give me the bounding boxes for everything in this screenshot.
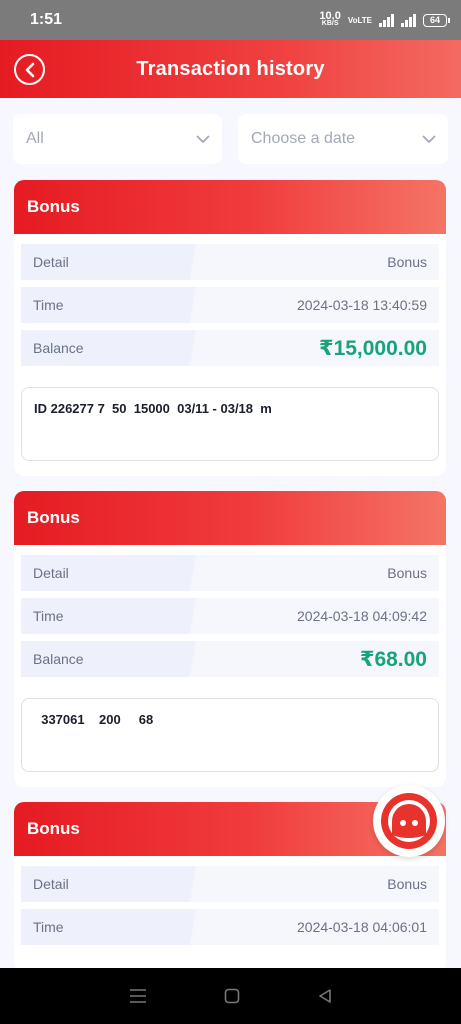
balance-label: Balance bbox=[33, 651, 84, 667]
time-label: Time bbox=[33, 919, 64, 935]
chevron-down-icon bbox=[196, 134, 210, 143]
time-row: Time 2024-03-18 13:40:59 bbox=[21, 287, 439, 323]
status-icons: 10.0 KB/S VoLTE 64 bbox=[319, 10, 450, 28]
time-label: Time bbox=[33, 297, 64, 313]
type-select-value: All bbox=[26, 130, 44, 147]
detail-label: Detail bbox=[33, 254, 69, 270]
signal-icon bbox=[379, 13, 394, 27]
date-select-placeholder: Choose a date bbox=[251, 130, 356, 147]
detail-row: Detail Bonus bbox=[21, 244, 439, 280]
home-icon[interactable] bbox=[224, 988, 240, 1004]
app-header: Transaction history bbox=[0, 40, 461, 98]
time-value: 2024-03-18 13:40:59 bbox=[297, 297, 427, 313]
balance-row: Balance ₹15,000.00 bbox=[21, 330, 439, 366]
balance-label: Balance bbox=[33, 340, 84, 356]
back-button[interactable] bbox=[14, 54, 45, 85]
balance-value: ₹68.00 bbox=[359, 647, 427, 671]
system-nav-bar bbox=[0, 968, 461, 1024]
status-time: 1:51 bbox=[30, 11, 63, 28]
transaction-card: Bonus Detail Bonus Time 2024-03-18 13:40… bbox=[14, 180, 446, 476]
transaction-note: ID 226277 7 50 15000 03/11 - 03/18 m bbox=[21, 387, 439, 461]
volte-icon: VoLTE bbox=[347, 15, 372, 25]
chat-mascot-icon bbox=[381, 793, 437, 849]
detail-value: Bonus bbox=[387, 876, 427, 892]
detail-row: Detail Bonus bbox=[21, 866, 439, 902]
date-select[interactable]: Choose a date bbox=[238, 114, 448, 164]
type-select[interactable]: All bbox=[13, 114, 222, 164]
transaction-type: Bonus bbox=[14, 491, 446, 545]
detail-value: Bonus bbox=[387, 565, 427, 581]
signal-icon-2 bbox=[401, 13, 416, 27]
filter-bar: All Choose a date bbox=[13, 114, 448, 164]
support-chat-button[interactable] bbox=[373, 785, 445, 857]
chevron-left-icon bbox=[25, 62, 34, 77]
detail-value: Bonus bbox=[387, 254, 427, 270]
back-triangle-icon[interactable] bbox=[317, 988, 333, 1004]
menu-icon[interactable] bbox=[129, 988, 147, 1004]
balance-value: ₹15,000.00 bbox=[318, 336, 427, 360]
balance-row: Balance ₹68.00 bbox=[21, 641, 439, 677]
detail-row: Detail Bonus bbox=[21, 555, 439, 591]
detail-label: Detail bbox=[33, 876, 69, 892]
time-value: 2024-03-18 04:09:42 bbox=[297, 608, 427, 624]
detail-label: Detail bbox=[33, 565, 69, 581]
transaction-note: 337061 200 68 bbox=[21, 698, 439, 772]
chevron-down-icon bbox=[422, 134, 436, 143]
page-title: Transaction history bbox=[136, 57, 325, 80]
network-speed: 10.0 KB/S bbox=[319, 10, 341, 28]
time-row: Time 2024-03-18 04:09:42 bbox=[21, 598, 439, 634]
transaction-type: Bonus bbox=[14, 180, 446, 234]
status-bar: 1:51 10.0 KB/S VoLTE 64 bbox=[0, 0, 461, 40]
battery-icon: 64 bbox=[423, 13, 450, 27]
time-row: Time 2024-03-18 04:06:01 bbox=[21, 909, 439, 945]
time-value: 2024-03-18 04:06:01 bbox=[297, 919, 427, 935]
time-label: Time bbox=[33, 608, 64, 624]
transaction-card: Bonus Detail Bonus Time 2024-03-18 04:09… bbox=[14, 491, 446, 787]
